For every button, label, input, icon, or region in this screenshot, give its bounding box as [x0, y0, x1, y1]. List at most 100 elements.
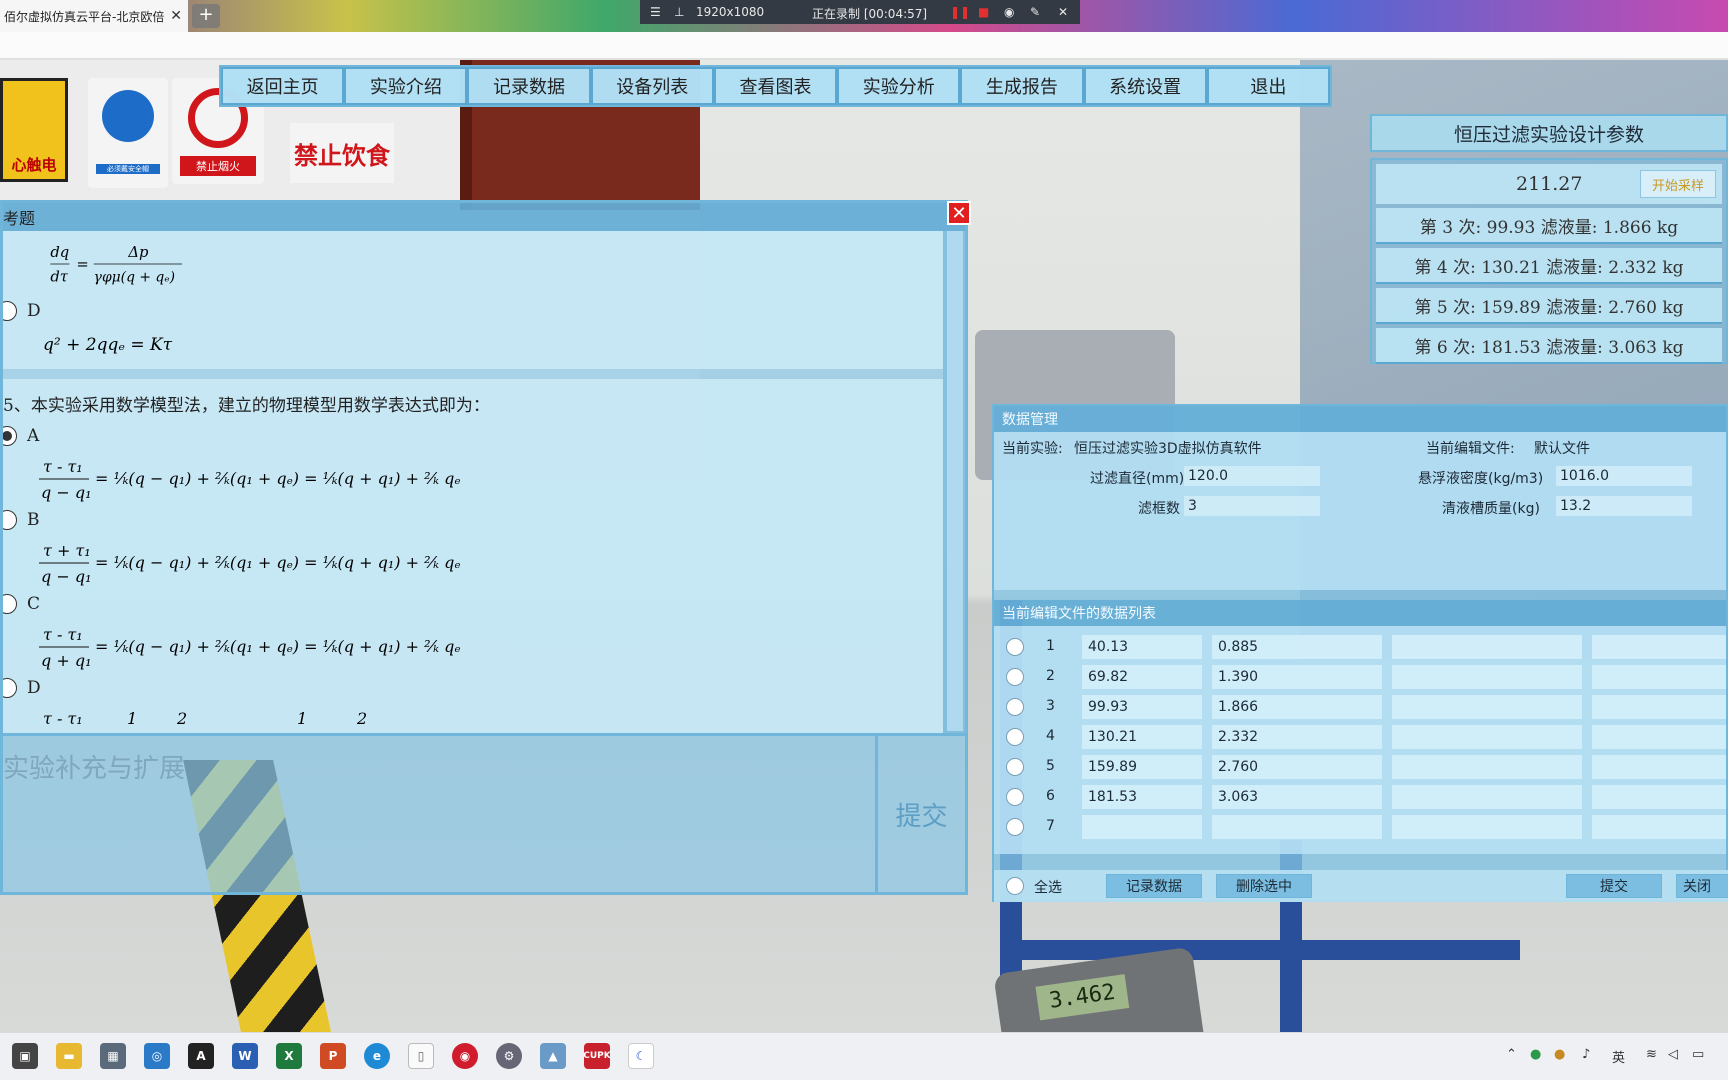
row-radio[interactable]: [1006, 788, 1024, 806]
camera-icon[interactable]: ◉: [1004, 5, 1014, 19]
ime-indicator[interactable]: 英: [1612, 1047, 1625, 1066]
powerpoint-icon[interactable]: P: [320, 1043, 346, 1069]
excel-icon[interactable]: X: [276, 1043, 302, 1069]
cell-time[interactable]: 40.13: [1082, 635, 1202, 659]
nav-record-button[interactable]: 记录数据: [467, 67, 591, 105]
nav-intro-button[interactable]: 实验介绍: [344, 67, 468, 105]
cell-empty[interactable]: [1392, 725, 1582, 749]
cell-mass[interactable]: [1212, 815, 1382, 839]
question-scroll-area[interactable]: dq dτ = Δp γφμ(q + qₑ) D q² + 2qqₑ = Kτ: [3, 231, 943, 733]
scrollbar-thumb[interactable]: [947, 231, 963, 731]
cell-empty[interactable]: [1592, 815, 1726, 839]
frames-field[interactable]: 3: [1184, 496, 1320, 516]
calculator-icon[interactable]: ▦: [100, 1043, 126, 1069]
radio-b[interactable]: [3, 510, 17, 530]
option-d[interactable]: D: [3, 674, 943, 702]
cell-mass[interactable]: 2.760: [1212, 755, 1382, 779]
table-row[interactable]: 2 69.82 1.390: [994, 662, 1726, 692]
start-sampling-button[interactable]: 开始采样: [1640, 170, 1716, 198]
cell-time[interactable]: [1082, 815, 1202, 839]
nav-devices-button[interactable]: 设备列表: [590, 67, 714, 105]
nav-charts-button[interactable]: 查看图表: [713, 67, 838, 105]
table-row[interactable]: 6 181.53 3.063: [994, 782, 1726, 812]
nav-report-button[interactable]: 生成报告: [960, 67, 1084, 105]
radio-c[interactable]: [3, 594, 17, 614]
tray-app-icon[interactable]: ●: [1530, 1047, 1541, 1062]
dm-close-button[interactable]: 关闭: [1676, 874, 1728, 898]
microphone-icon[interactable]: ♪: [1582, 1047, 1590, 1062]
browser-tab[interactable]: 佰尔虚拟仿真云平台-北京欧倍 ✕: [0, 0, 188, 32]
cell-empty[interactable]: [1592, 725, 1726, 749]
chart-app-icon[interactable]: ▲: [540, 1043, 566, 1069]
tray-chevron-icon[interactable]: ⌃: [1506, 1047, 1517, 1062]
row-radio[interactable]: [1006, 698, 1024, 716]
cell-empty[interactable]: [1392, 665, 1582, 689]
menu-icon[interactable]: ☰: [650, 5, 661, 19]
radio-d-prev[interactable]: [3, 301, 17, 321]
pin-icon[interactable]: ⊥: [674, 5, 684, 19]
cell-empty[interactable]: [1392, 785, 1582, 809]
cell-empty[interactable]: [1592, 785, 1726, 809]
option-a[interactable]: A: [3, 422, 943, 450]
cell-mass[interactable]: 1.866: [1212, 695, 1382, 719]
task-view-icon[interactable]: ▣: [12, 1043, 38, 1069]
nav-exit-button[interactable]: 退出: [1206, 67, 1330, 105]
table-row[interactable]: 7: [994, 812, 1726, 842]
cell-empty[interactable]: [1592, 755, 1726, 779]
volume-icon[interactable]: ◁: [1668, 1047, 1678, 1062]
nav-settings-button[interactable]: 系统设置: [1083, 67, 1207, 105]
row-radio[interactable]: [1006, 638, 1024, 656]
cell-empty[interactable]: [1592, 635, 1726, 659]
file-explorer-icon[interactable]: ▬: [56, 1043, 82, 1069]
tray-user-icon[interactable]: ●: [1554, 1047, 1565, 1062]
delete-selected-button[interactable]: 删除选中: [1216, 874, 1312, 898]
option-c[interactable]: C: [3, 590, 943, 618]
pen-icon[interactable]: ✎: [1030, 5, 1040, 19]
select-all-radio[interactable]: [1006, 877, 1024, 895]
cell-empty[interactable]: [1392, 815, 1582, 839]
row-radio[interactable]: [1006, 758, 1024, 776]
cell-mass[interactable]: 2.332: [1212, 725, 1382, 749]
battery-icon[interactable]: ▭: [1692, 1047, 1704, 1062]
table-row[interactable]: 1 40.13 0.885: [994, 632, 1726, 662]
edge-icon[interactable]: e: [364, 1043, 390, 1069]
select-all-label[interactable]: 全选: [1034, 877, 1062, 897]
filter-diameter-field[interactable]: 120.0: [1184, 466, 1320, 486]
stop-icon[interactable]: ■: [978, 5, 989, 19]
acrobat-icon[interactable]: A: [188, 1043, 214, 1069]
settings-gear-icon[interactable]: ⚙: [496, 1043, 522, 1069]
question-scrollbar[interactable]: [943, 231, 967, 733]
browser-app-icon[interactable]: ☾: [628, 1043, 654, 1069]
cell-time[interactable]: 130.21: [1082, 725, 1202, 749]
tank-mass-field[interactable]: 13.2: [1556, 496, 1692, 516]
nav-analysis-button[interactable]: 实验分析: [837, 67, 961, 105]
close-icon[interactable]: ✕: [1058, 5, 1068, 19]
record-data-button[interactable]: 记录数据: [1106, 874, 1202, 898]
network-app-icon[interactable]: ◎: [144, 1043, 170, 1069]
cell-empty[interactable]: [1592, 695, 1726, 719]
cell-time[interactable]: 159.89: [1082, 755, 1202, 779]
row-radio[interactable]: [1006, 728, 1024, 746]
cell-empty[interactable]: [1392, 755, 1582, 779]
supplement-textarea[interactable]: 实验补充与扩展: [3, 733, 875, 893]
cupk-app-icon[interactable]: CUPK: [583, 1043, 611, 1069]
word-icon[interactable]: W: [232, 1043, 258, 1069]
cell-mass[interactable]: 0.885: [1212, 635, 1382, 659]
cell-empty[interactable]: [1392, 635, 1582, 659]
table-row[interactable]: 4 130.21 2.332: [994, 722, 1726, 752]
cell-empty[interactable]: [1592, 665, 1726, 689]
table-row[interactable]: 3 99.93 1.866: [994, 692, 1726, 722]
radio-a[interactable]: [3, 426, 17, 446]
music-app-icon[interactable]: ◉: [452, 1043, 478, 1069]
nav-home-button[interactable]: 返回主页: [221, 67, 345, 105]
cell-mass[interactable]: 1.390: [1212, 665, 1382, 689]
cell-time[interactable]: 181.53: [1082, 785, 1202, 809]
table-row[interactable]: 5 159.89 2.760: [994, 752, 1726, 782]
option-b[interactable]: B: [3, 506, 943, 534]
density-field[interactable]: 1016.0: [1556, 466, 1692, 486]
radio-d[interactable]: [3, 678, 17, 698]
close-icon[interactable]: ✕: [947, 201, 971, 225]
close-icon[interactable]: ✕: [170, 8, 182, 24]
row-radio[interactable]: [1006, 668, 1024, 686]
pause-icon[interactable]: ❚❚: [950, 5, 970, 19]
